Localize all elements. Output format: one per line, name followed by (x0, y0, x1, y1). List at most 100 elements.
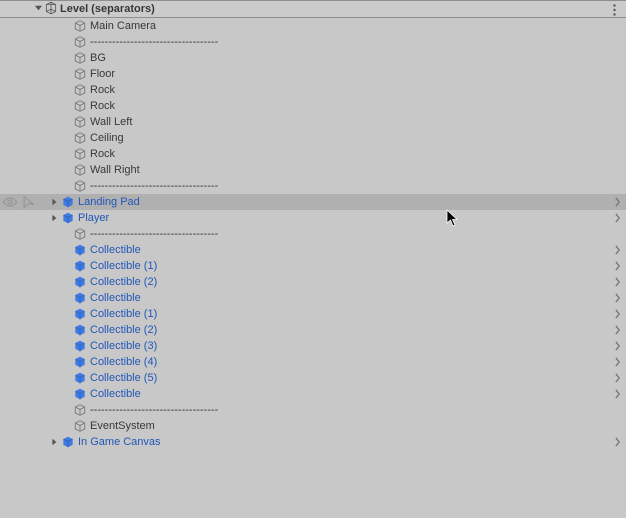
prefab-cube-icon (72, 338, 88, 354)
foldout-down-icon[interactable] (34, 3, 44, 15)
hierarchy-item[interactable]: Collectible (0, 386, 626, 402)
hierarchy-tree: Main Camera -----------------------------… (0, 18, 626, 450)
hierarchy-item-label: ----------------------------------- (90, 180, 218, 192)
gameobject-cube-icon (72, 418, 88, 434)
open-prefab-icon[interactable] (610, 322, 624, 338)
hierarchy-item-label: Collectible (3) (90, 340, 157, 352)
hierarchy-item[interactable]: Collectible (1) (0, 306, 626, 322)
hierarchy-item[interactable]: Collectible (0, 290, 626, 306)
prefab-cube-icon (60, 210, 76, 226)
hierarchy-item-label: Collectible (2) (90, 324, 157, 336)
hierarchy-item-label: Collectible (2) (90, 276, 157, 288)
hierarchy-item-label: Landing Pad (78, 196, 140, 208)
gameobject-cube-icon (72, 226, 88, 242)
hierarchy-item-label: Ceiling (90, 132, 124, 144)
gameobject-cube-icon (72, 66, 88, 82)
scene-header[interactable]: Level (separators) (0, 0, 626, 18)
hierarchy-item-label: Collectible (90, 292, 141, 304)
prefab-cube-icon (72, 386, 88, 402)
gameobject-cube-icon (72, 178, 88, 194)
unity-logo-icon (44, 1, 58, 18)
prefab-cube-icon (60, 434, 76, 450)
open-prefab-icon[interactable] (610, 338, 624, 354)
prefab-cube-icon (72, 306, 88, 322)
gameobject-cube-icon (72, 162, 88, 178)
hierarchy-item[interactable]: Collectible (3) (0, 338, 626, 354)
hierarchy-item[interactable]: Collectible (5) (0, 370, 626, 386)
open-prefab-icon[interactable] (610, 274, 624, 290)
hierarchy-item-label: Rock (90, 148, 115, 160)
hierarchy-item-label: BG (90, 52, 106, 64)
open-prefab-icon[interactable] (610, 354, 624, 370)
hierarchy-item-label: Wall Right (90, 164, 140, 176)
open-prefab-icon[interactable] (610, 290, 624, 306)
hierarchy-item[interactable]: EventSystem (0, 418, 626, 434)
gameobject-cube-icon (72, 146, 88, 162)
hierarchy-item[interactable]: In Game Canvas (0, 434, 626, 450)
hierarchy-item[interactable]: Floor (0, 66, 626, 82)
foldout-icon[interactable] (48, 198, 60, 206)
hierarchy-item-label: Collectible (90, 244, 141, 256)
hierarchy-item[interactable]: Collectible (0, 242, 626, 258)
open-prefab-icon[interactable] (610, 210, 624, 226)
prefab-cube-icon (72, 322, 88, 338)
open-prefab-icon[interactable] (610, 258, 624, 274)
hierarchy-item[interactable]: Ceiling (0, 130, 626, 146)
foldout-icon[interactable] (48, 438, 60, 446)
hierarchy-item-label: ----------------------------------- (90, 228, 218, 240)
open-prefab-icon[interactable] (610, 370, 624, 386)
hierarchy-item-label: Main Camera (90, 20, 156, 32)
foldout-icon[interactable] (48, 214, 60, 222)
hierarchy-item[interactable]: Wall Left (0, 114, 626, 130)
open-prefab-icon[interactable] (610, 306, 624, 322)
hierarchy-panel: Level (separators) Main Camera ----------… (0, 0, 626, 518)
prefab-cube-icon (72, 258, 88, 274)
hierarchy-item[interactable]: ----------------------------------- (0, 402, 626, 418)
gameobject-cube-icon (72, 402, 88, 418)
hierarchy-item[interactable]: Wall Right (0, 162, 626, 178)
hierarchy-item[interactable]: Collectible (1) (0, 258, 626, 274)
hierarchy-item[interactable]: BG (0, 50, 626, 66)
hierarchy-item-label: In Game Canvas (78, 436, 161, 448)
open-prefab-icon[interactable] (610, 434, 624, 450)
prefab-cube-icon (60, 194, 76, 210)
hierarchy-item[interactable]: ----------------------------------- (0, 226, 626, 242)
hierarchy-item[interactable]: Landing Pad (0, 194, 626, 210)
gameobject-cube-icon (72, 82, 88, 98)
hierarchy-item[interactable]: Player (0, 210, 626, 226)
hierarchy-item-label: Floor (90, 68, 115, 80)
hierarchy-item[interactable]: Collectible (4) (0, 354, 626, 370)
prefab-cube-icon (72, 354, 88, 370)
hierarchy-item-label: ----------------------------------- (90, 36, 218, 48)
hierarchy-item[interactable]: Rock (0, 82, 626, 98)
hierarchy-item[interactable]: ----------------------------------- (0, 34, 626, 50)
hierarchy-item-label: Collectible (5) (90, 372, 157, 384)
prefab-cube-icon (72, 242, 88, 258)
gameobject-cube-icon (72, 34, 88, 50)
hierarchy-item-label: Rock (90, 100, 115, 112)
hierarchy-item-label: Player (78, 212, 109, 224)
hierarchy-item[interactable]: Collectible (2) (0, 322, 626, 338)
hierarchy-item-label: Collectible (1) (90, 260, 157, 272)
prefab-cube-icon (72, 290, 88, 306)
scene-menu-icon[interactable] (606, 1, 622, 19)
gameobject-cube-icon (72, 18, 88, 34)
hierarchy-item[interactable]: ----------------------------------- (0, 178, 626, 194)
open-prefab-icon[interactable] (610, 242, 624, 258)
open-prefab-icon[interactable] (610, 194, 624, 210)
hierarchy-item-label: Collectible (90, 388, 141, 400)
hierarchy-item-label: Collectible (4) (90, 356, 157, 368)
scene-visibility-controls[interactable] (2, 194, 42, 210)
hierarchy-item-label: ----------------------------------- (90, 404, 218, 416)
prefab-cube-icon (72, 370, 88, 386)
hierarchy-item[interactable]: Collectible (2) (0, 274, 626, 290)
open-prefab-icon[interactable] (610, 386, 624, 402)
hierarchy-item[interactable]: Main Camera (0, 18, 626, 34)
hierarchy-item[interactable]: Rock (0, 98, 626, 114)
gameobject-cube-icon (72, 50, 88, 66)
hierarchy-item-label: Wall Left (90, 116, 132, 128)
gameobject-cube-icon (72, 114, 88, 130)
hierarchy-item-label: Collectible (1) (90, 308, 157, 320)
hierarchy-item-label: Rock (90, 84, 115, 96)
hierarchy-item[interactable]: Rock (0, 146, 626, 162)
